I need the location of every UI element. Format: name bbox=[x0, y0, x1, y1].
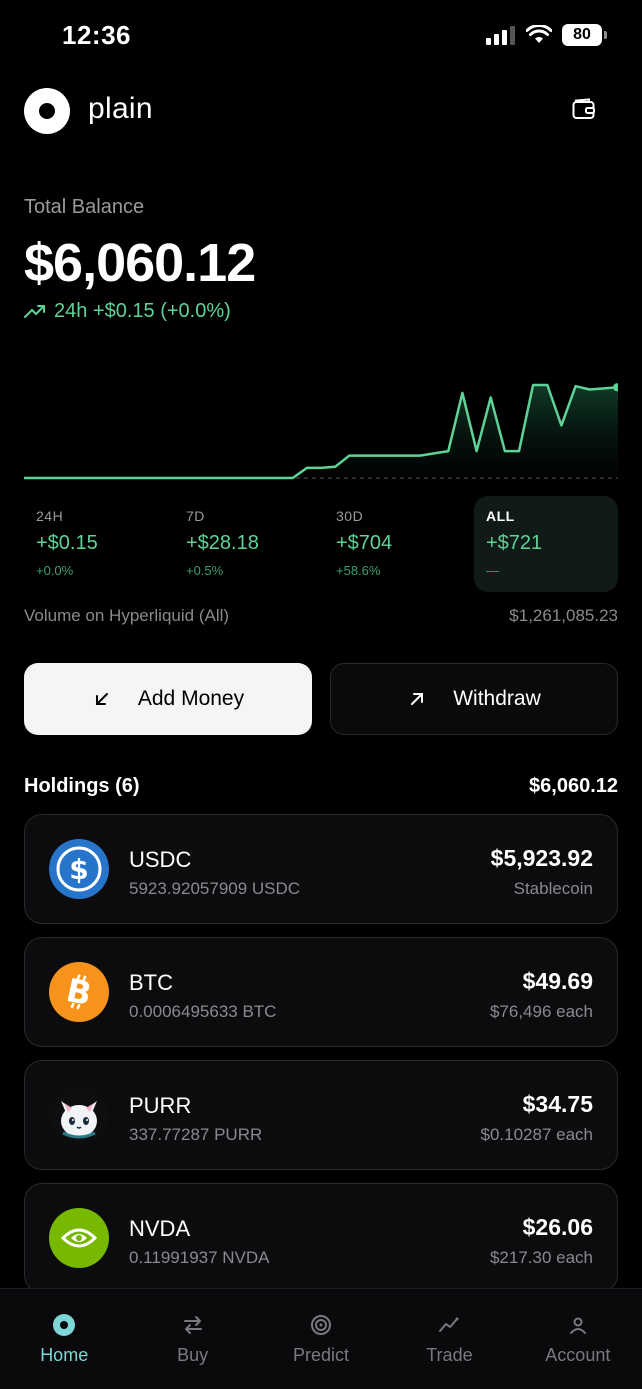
battery-indicator: 80 bbox=[562, 24, 607, 46]
wifi-icon bbox=[526, 25, 552, 43]
period-value: +$721 bbox=[486, 532, 543, 554]
tab-buy[interactable]: Buy bbox=[128, 1289, 256, 1389]
usdc-icon: $ bbox=[49, 839, 109, 899]
holding-name: NVDA bbox=[129, 1216, 191, 1241]
tab-label: Buy bbox=[177, 1345, 209, 1365]
holding-value: $26.06 bbox=[522, 1214, 593, 1240]
tab-predict[interactable]: Predict bbox=[257, 1289, 385, 1389]
period-30d[interactable]: 30D +$704 +58.6% bbox=[324, 496, 468, 592]
period-7d[interactable]: 7D +$28.18 +0.5% bbox=[174, 496, 318, 592]
holding-name: PURR bbox=[129, 1093, 192, 1118]
arrow-down-left-icon bbox=[92, 689, 112, 709]
holding-nvda[interactable]: NVDA 0.11991937 NVDA $26.06 $217.30 each bbox=[24, 1183, 618, 1293]
period-label: ALL bbox=[486, 508, 515, 524]
period-percent: +0.5% bbox=[186, 563, 224, 578]
app-header: plain bbox=[24, 88, 618, 136]
withdraw-label: Withdraw bbox=[453, 687, 541, 710]
swap-icon bbox=[181, 1313, 205, 1337]
volume-label: Volume on Hyperliquid (All) bbox=[24, 606, 230, 625]
holding-note: $76,496 each bbox=[489, 1002, 593, 1021]
holding-note: Stablecoin bbox=[513, 879, 593, 898]
target-icon bbox=[309, 1313, 333, 1337]
brand-name: plain bbox=[88, 92, 153, 125]
status-bar: 12:36 80 bbox=[0, 0, 642, 72]
holding-purr[interactable]: PURR 337.77287 PURR $34.75 $0.10287 each bbox=[24, 1060, 618, 1170]
holding-btc[interactable]: B BTC 0.0006495633 BTC $49.69 $76,496 ea… bbox=[24, 937, 618, 1047]
holding-amount: 5923.92057909 USDC bbox=[129, 879, 301, 898]
person-icon bbox=[566, 1313, 590, 1337]
balance-label: Total Balance bbox=[24, 196, 145, 218]
period-value: +$0.15 bbox=[36, 532, 98, 554]
signal-icon bbox=[486, 26, 515, 45]
period-24h[interactable]: 24H +$0.15 +0.0% bbox=[24, 496, 168, 592]
holding-amount: 0.0006495633 BTC bbox=[129, 1002, 277, 1021]
tab-label: Home bbox=[40, 1345, 89, 1365]
volume-row: Volume on Hyperliquid (All) $1,261,085.2… bbox=[24, 606, 618, 626]
period-percent: +0.0% bbox=[36, 563, 74, 578]
holdings-header: Holdings (6) $6,060.12 bbox=[24, 775, 618, 798]
bottom-tab-bar: Home Buy Predict Trade Account bbox=[0, 1288, 642, 1389]
nvidia-icon bbox=[49, 1208, 109, 1268]
tab-account[interactable]: Account bbox=[514, 1289, 642, 1389]
purr-cat-icon bbox=[49, 1085, 109, 1145]
tab-label: Trade bbox=[426, 1345, 473, 1365]
period-label: 7D bbox=[186, 508, 205, 524]
tab-label: Account bbox=[545, 1345, 611, 1365]
period-value: +$704 bbox=[336, 532, 393, 554]
holding-value: $34.75 bbox=[522, 1091, 593, 1117]
balance-change: 24h +$0.15 (+0.0%) bbox=[24, 300, 231, 323]
holding-value: $49.69 bbox=[522, 968, 593, 994]
svg-text:$: $ bbox=[69, 853, 88, 886]
balance-chart[interactable] bbox=[24, 350, 618, 490]
home-dot-icon bbox=[52, 1313, 76, 1337]
balance-value: $6,060.12 bbox=[24, 233, 256, 293]
balance-change-text: 24h +$0.15 (+0.0%) bbox=[54, 300, 231, 322]
arrow-up-right-icon bbox=[407, 689, 427, 709]
holding-amount: 337.77287 PURR bbox=[129, 1125, 263, 1144]
status-time: 12:36 bbox=[62, 20, 131, 50]
tab-label: Predict bbox=[293, 1345, 350, 1365]
holding-amount: 0.11991937 NVDA bbox=[129, 1248, 270, 1267]
period-all[interactable]: ALL +$721 — bbox=[474, 496, 618, 592]
trending-up-icon bbox=[24, 304, 45, 318]
period-label: 30D bbox=[336, 508, 364, 524]
period-percent: +58.6% bbox=[336, 563, 381, 578]
holding-note: $217.30 each bbox=[489, 1248, 593, 1267]
holding-name: USDC bbox=[129, 847, 192, 872]
tab-trade[interactable]: Trade bbox=[385, 1289, 513, 1389]
volume-value: $1,261,085.23 bbox=[509, 606, 618, 625]
period-selector: 24H +$0.15 +0.0% 7D +$28.18 +0.5% 30D +$… bbox=[24, 496, 618, 592]
holdings-total: $6,060.12 bbox=[529, 775, 618, 797]
period-label: 24H bbox=[36, 508, 64, 524]
tab-home[interactable]: Home bbox=[0, 1289, 128, 1389]
add-money-label: Add Money bbox=[137, 687, 245, 710]
wallet-icon bbox=[572, 98, 595, 119]
holding-value: $5,923.92 bbox=[490, 845, 593, 871]
holding-name: BTC bbox=[129, 970, 173, 995]
holding-usdc[interactable]: $ USDC 5923.92057909 USDC $5,923.92 Stab… bbox=[24, 814, 618, 924]
plain-logo bbox=[24, 88, 70, 134]
bitcoin-icon: B bbox=[49, 962, 109, 1022]
add-money-button[interactable]: Add Money bbox=[24, 663, 312, 735]
holding-note: $0.10287 each bbox=[480, 1125, 594, 1144]
period-value: +$28.18 bbox=[186, 532, 259, 554]
status-icons: 80 bbox=[486, 24, 607, 46]
withdraw-button[interactable]: Withdraw bbox=[330, 663, 618, 735]
period-percent: — bbox=[486, 563, 499, 578]
holdings-title: Holdings (6) bbox=[24, 775, 140, 797]
wallet-button[interactable] bbox=[572, 98, 600, 124]
trend-icon bbox=[437, 1313, 461, 1337]
